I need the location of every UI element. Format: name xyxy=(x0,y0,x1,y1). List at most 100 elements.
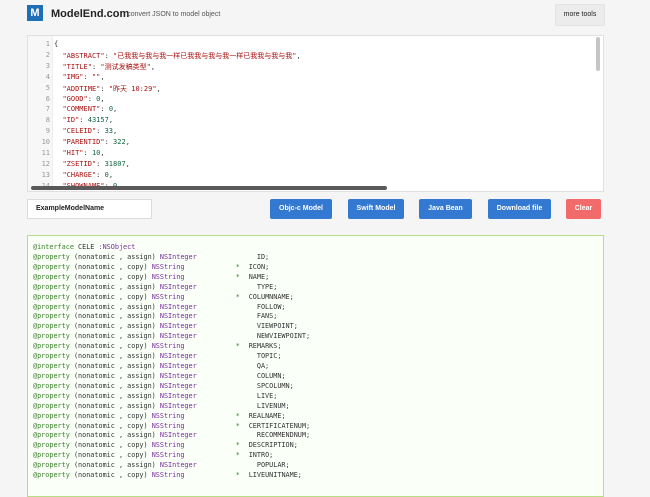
java-bean-button[interactable]: Java Bean xyxy=(419,199,472,219)
property-name: COLUMN; xyxy=(256,371,286,380)
property-name: NAME; xyxy=(248,272,270,281)
code-token: "测试发稿类型" xyxy=(100,62,151,71)
property-modifiers: (nonatomic , copy) xyxy=(73,421,148,430)
download-file-button[interactable]: Download file xyxy=(488,199,551,219)
property-line: @property (nonatomic , assign) NSInteger… xyxy=(33,431,310,439)
pointer-star: * xyxy=(235,471,240,480)
code-token: "PARENTID" xyxy=(62,138,105,147)
property-type: NSString xyxy=(151,471,185,480)
property-keyword: @property xyxy=(33,342,70,351)
property-name: TOPIC; xyxy=(256,352,282,361)
property-line: @property (nonatomic , assign) NSInteger… xyxy=(33,303,286,311)
property-modifiers: (nonatomic , assign) xyxy=(73,391,156,400)
pointer-star: * xyxy=(235,421,240,430)
code-token: , xyxy=(156,84,161,93)
vertical-scrollbar[interactable] xyxy=(596,37,600,71)
code-token: 322 xyxy=(113,138,126,147)
code-token: "ID" xyxy=(62,116,80,125)
brand-title[interactable]: ModelEnd.com xyxy=(51,8,129,20)
property-modifiers: (nonatomic , assign) xyxy=(73,352,156,361)
property-modifiers: (nonatomic , copy) xyxy=(73,451,148,460)
code-token: , xyxy=(113,105,118,114)
property-modifiers: (nonatomic , copy) xyxy=(73,411,148,420)
property-name: DESCRIPTION; xyxy=(248,441,298,450)
line-number: 13 xyxy=(41,170,50,179)
code-token: , xyxy=(108,116,114,125)
property-line: @property (nonatomic , assign) NSInteger… xyxy=(33,362,269,370)
code-token: { xyxy=(54,40,59,48)
property-keyword: @property xyxy=(33,262,70,271)
property-name: RECOMMENDNUM; xyxy=(256,431,311,440)
property-keyword: @property xyxy=(33,451,70,460)
model-output[interactable]: @interface CELE :NSObject @property (nona… xyxy=(27,235,604,497)
pointer-star: * xyxy=(235,262,240,271)
code-token: "COMMENT" xyxy=(62,105,101,114)
property-type: NSString xyxy=(151,441,185,450)
property-line: @property (nonatomic , assign) NSInteger… xyxy=(33,312,277,320)
property-keyword: @property xyxy=(33,322,70,331)
line-number: 4 xyxy=(45,72,50,81)
property-modifiers: (nonatomic , assign) xyxy=(73,381,156,390)
property-name: CERTIFICATENUM; xyxy=(248,421,311,430)
property-name: QA; xyxy=(256,362,270,371)
property-keyword: @property xyxy=(33,371,70,380)
property-line: @property (nonatomic , copy) NSString * CE… xyxy=(33,422,310,430)
property-keyword: @property xyxy=(33,282,70,291)
property-modifiers: (nonatomic , copy) xyxy=(73,272,148,281)
property-type: NSInteger xyxy=(159,332,197,341)
code-line: "GOOD": 0, xyxy=(54,94,104,103)
clear-button[interactable]: Clear xyxy=(566,199,601,219)
property-type: NSString xyxy=(151,421,185,430)
property-type: NSInteger xyxy=(159,381,197,390)
property-type: NSInteger xyxy=(159,362,197,371)
line-number: 3 xyxy=(45,61,50,70)
property-type: NSInteger xyxy=(159,252,197,261)
line-number: 7 xyxy=(45,105,50,114)
code-token: 43157 xyxy=(87,116,109,125)
pointer-star: * xyxy=(235,342,240,351)
logo-icon[interactable]: M xyxy=(27,5,43,21)
code-token: , xyxy=(108,170,114,179)
property-keyword: @property xyxy=(33,292,70,301)
property-keyword: @property xyxy=(33,411,70,420)
property-type: NSInteger xyxy=(159,431,197,440)
property-modifiers: (nonatomic , assign) xyxy=(73,431,156,440)
model-name-input[interactable]: ExampleModelName xyxy=(27,199,152,219)
property-name: LIVEUNITNAME; xyxy=(248,471,302,480)
code-line: "CELEID": 33, xyxy=(54,127,117,135)
property-type: NSString xyxy=(151,262,185,271)
property-type: NSInteger xyxy=(159,401,197,410)
property-name: NEWVIEWPOINT; xyxy=(256,332,311,341)
code-token: "已我我与我与我一样已我我与我与我一样已我我与我与我" xyxy=(113,51,297,60)
objc-model-button[interactable]: Objc-c Model xyxy=(270,199,332,219)
code-token: "TITLE" xyxy=(62,62,92,71)
pointer-star: * xyxy=(235,451,240,460)
line-number: 9 xyxy=(45,127,50,136)
property-keyword: @property xyxy=(33,431,70,440)
line-number-gutter: 1234567891011121314 xyxy=(28,36,53,191)
horizontal-scrollbar[interactable] xyxy=(31,186,387,190)
code-line: { xyxy=(54,40,58,48)
property-name: FOLLOW; xyxy=(256,302,286,311)
property-line: @property (nonatomic , assign) NSInteger… xyxy=(33,283,277,291)
property-keyword: @property xyxy=(33,272,70,281)
property-keyword: @property xyxy=(33,252,70,261)
code-line: "ABSTRACT": "已我我与我与我一样已我我与我与我一样已我我与我与我", xyxy=(54,51,300,61)
property-type: NSInteger xyxy=(159,391,197,400)
property-line: @property (nonatomic , assign) NSInteger… xyxy=(33,382,294,390)
property-line: @property (nonatomic , assign) NSInteger… xyxy=(33,402,290,410)
property-keyword: @property xyxy=(33,421,70,430)
property-keyword: @property xyxy=(33,461,70,470)
json-editor[interactable]: 1234567891011121314 { "ABSTRACT": "已我我与我… xyxy=(27,35,604,192)
code-token: 31807 xyxy=(104,159,126,168)
code-token: : xyxy=(87,94,97,103)
code-token: : xyxy=(96,159,105,168)
property-type: NSInteger xyxy=(159,461,197,470)
property-modifiers: (nonatomic , copy) xyxy=(73,292,148,301)
code-token: "GOOD" xyxy=(62,94,88,103)
line-number: 6 xyxy=(45,94,50,103)
property-type: NSInteger xyxy=(159,312,197,321)
property-name: VIEWPOINT; xyxy=(256,322,298,331)
swift-model-button[interactable]: Swift Model xyxy=(348,199,404,219)
more-tools-button[interactable]: more tools xyxy=(555,4,605,26)
